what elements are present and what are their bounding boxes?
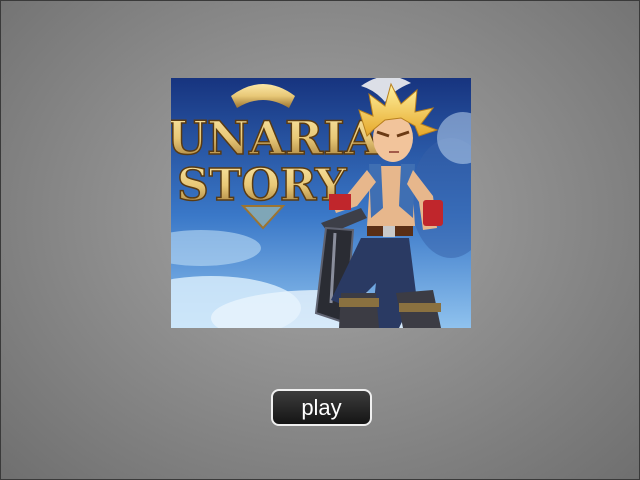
play-button[interactable]: play xyxy=(271,389,372,426)
logo-line-1: UNARIA xyxy=(171,111,382,165)
logo-line-2: STORY xyxy=(177,160,347,211)
game-start-screen: UNARIA STORY play xyxy=(0,0,640,480)
game-cover-art: UNARIA STORY xyxy=(171,78,471,328)
